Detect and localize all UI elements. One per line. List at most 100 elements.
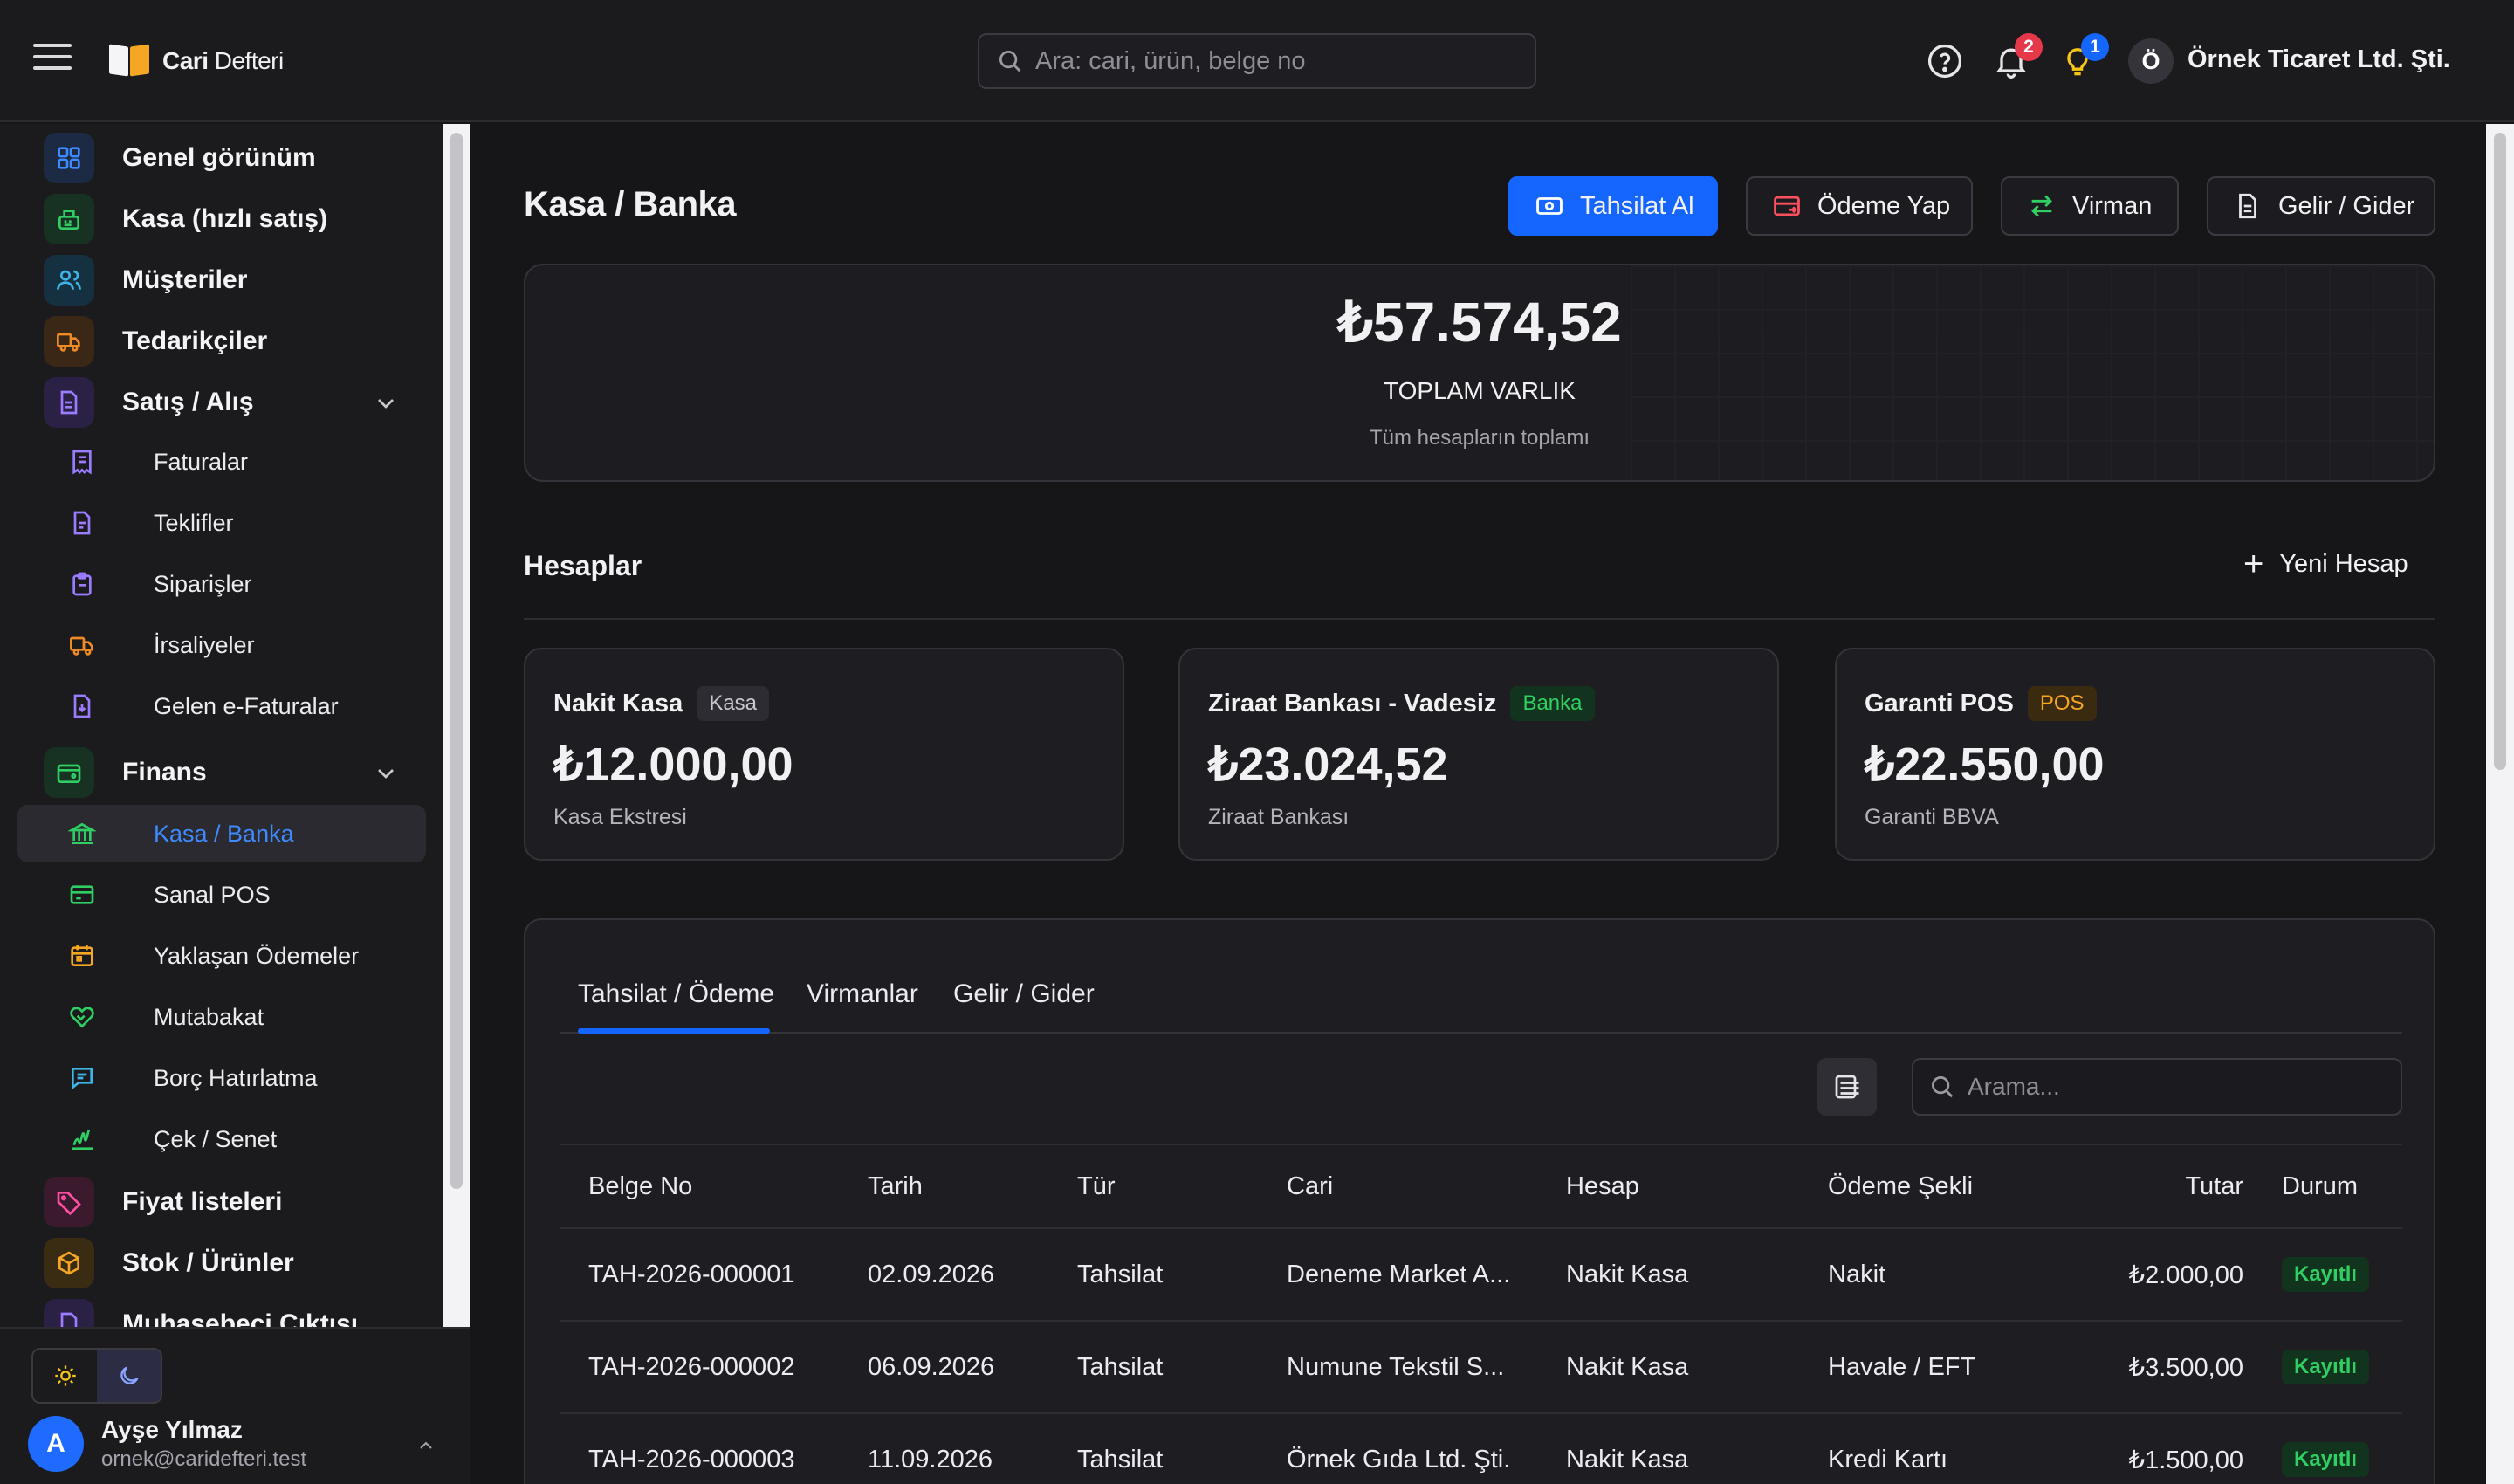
file-icon xyxy=(73,511,91,535)
plus-icon: + xyxy=(2243,545,2264,583)
transfer-icon xyxy=(2027,191,2057,221)
tips-badge: 1 xyxy=(2081,33,2109,61)
new-account-button[interactable]: + Yeni Hesap xyxy=(2243,546,2408,581)
account-balance: ₺23.024,52 xyxy=(1208,739,1448,791)
account-balance: ₺22.550,00 xyxy=(1865,739,2105,791)
account-card-nakit-kasa[interactable]: Nakit Kasa Kasa ₺12.000,00 Kasa Ekstresi xyxy=(524,648,1124,861)
account-subtitle: Garanti BBVA xyxy=(1865,805,1999,829)
sidebar-item-faturalar[interactable]: Faturalar xyxy=(17,433,426,491)
sidebar-item-borc-hatirlatma[interactable]: Borç Hatırlatma xyxy=(17,1049,426,1107)
cell-belge-no[interactable]: TAH-2026-000001 xyxy=(588,1229,794,1320)
account-name: Nakit Kasa xyxy=(553,689,683,718)
cell-tur: Tahsilat xyxy=(1077,1352,1164,1381)
sidebar-item-kasa-hizli-satis[interactable]: Kasa (hızlı satış) xyxy=(0,189,445,250)
accounts-section-title: Hesaplar xyxy=(524,550,642,581)
sidebar-scroll-thumb[interactable] xyxy=(450,133,463,1189)
users-icon xyxy=(44,255,94,306)
sidebar-item-musteriler[interactable]: Müşteriler xyxy=(0,250,445,311)
cell-belge-no[interactable]: TAH-2026-000002 xyxy=(588,1322,794,1412)
table-row[interactable]: TAH-2026-000001 02.09.2026 Tahsilat Dene… xyxy=(560,1229,2402,1322)
notifications-button[interactable]: 2 xyxy=(1992,33,2043,80)
cell-durum: Kayıtlı xyxy=(2282,1229,2402,1320)
sidebar-item-label: Mutabakat xyxy=(154,1003,264,1030)
cell-odeme-sekli: Nakit xyxy=(1828,1260,1886,1288)
transactions-table: Belge No Tarih Tür Cari Hesap Ödeme Şekl… xyxy=(560,1144,2402,1484)
main-scrollbar[interactable] xyxy=(2486,124,2514,1484)
search-input[interactable] xyxy=(1035,46,1524,76)
sidebar-footer: A Ayşe Yılmaz ornek@caridefteri.test xyxy=(0,1327,470,1484)
tab-virmanlar[interactable]: Virmanlar xyxy=(807,979,918,1009)
sidebar-scrollbar[interactable] xyxy=(443,124,470,1327)
sidebar-item-satis-alis[interactable]: Satış / Alış xyxy=(0,372,445,433)
sidebar-item-genel-gorunum[interactable]: Genel görünüm xyxy=(0,127,445,189)
column-header-tarih[interactable]: Tarih xyxy=(868,1145,923,1227)
column-header-hesap[interactable]: Hesap xyxy=(1566,1145,1639,1227)
sidebar-item-stok-urunler[interactable]: Stok / Ürünler xyxy=(0,1233,445,1294)
user-avatar[interactable]: A xyxy=(28,1416,84,1472)
account-card-garanti-pos[interactable]: Garanti POS POS ₺22.550,00 Garanti BBVA xyxy=(1835,648,2435,861)
sidebar-item-yaklasan-odemeler[interactable]: Yaklaşan Ödemeler xyxy=(17,927,426,985)
columns-toggle-button[interactable] xyxy=(1817,1058,1877,1116)
sidebar-item-label: Gelen e-Faturalar xyxy=(154,692,339,719)
sidebar-item-label: Fiyat listeleri xyxy=(122,1187,283,1216)
column-header-cari[interactable]: Cari xyxy=(1287,1145,1333,1227)
tips-button[interactable]: 1 xyxy=(2058,33,2109,80)
chevron-up-icon[interactable] xyxy=(416,1435,436,1456)
hamburger-menu-icon[interactable] xyxy=(33,44,72,79)
global-search[interactable] xyxy=(978,33,1536,89)
button-label: Yeni Hesap xyxy=(2279,549,2408,578)
sun-icon[interactable] xyxy=(33,1350,97,1402)
sidebar-item-label: İrsaliyeler xyxy=(154,631,255,658)
tab-gelir-gider[interactable]: Gelir / Gider xyxy=(953,979,1095,1009)
account-card-ziraat[interactable]: Ziraat Bankası - Vadesiz Banka ₺23.024,52… xyxy=(1178,648,1779,861)
button-label: Tahsilat Al xyxy=(1580,191,1694,220)
chevron-down-icon[interactable] xyxy=(372,759,400,787)
company-name[interactable]: Örnek Ticaret Ltd. Şti. xyxy=(2188,45,2450,74)
theme-toggle[interactable] xyxy=(31,1348,162,1404)
sidebar-item-label: Teklifler xyxy=(154,509,234,536)
account-type-badge: Banka xyxy=(1510,686,1595,721)
column-header-durum[interactable]: Durum xyxy=(2282,1145,2402,1227)
tab-tahsilat-odeme[interactable]: Tahsilat / Ödeme xyxy=(578,979,774,1009)
cell-tarih: 11.09.2026 xyxy=(868,1445,993,1474)
column-header-tur[interactable]: Tür xyxy=(1077,1145,1116,1227)
odeme-yap-button[interactable]: Ödeme Yap xyxy=(1746,176,1973,236)
sidebar-item-muhasebeci-ciktisi[interactable]: Muhasebeci Çıktısı xyxy=(0,1294,445,1327)
sidebar-item-label: Siparişler xyxy=(154,570,252,597)
chevron-down-icon[interactable] xyxy=(372,389,400,417)
table-row[interactable]: TAH-2026-000003 11.09.2026 Tahsilat Örne… xyxy=(560,1414,2402,1484)
sidebar-item-gelen-e-faturalar[interactable]: Gelen e-Faturalar xyxy=(17,677,426,735)
tag-icon xyxy=(44,1177,94,1227)
table-search-input[interactable] xyxy=(1968,1073,2387,1101)
table-search[interactable] xyxy=(1912,1058,2402,1116)
help-icon[interactable] xyxy=(1926,42,1964,80)
sidebar-item-kasa-banka[interactable]: Kasa / Banka xyxy=(17,805,426,862)
cell-tarih: 02.09.2026 xyxy=(868,1260,995,1288)
column-header-odeme-sekli[interactable]: Ödeme Şekli xyxy=(1828,1145,1973,1227)
tahsilat-al-button[interactable]: Tahsilat Al xyxy=(1508,176,1718,236)
column-header-belge-no[interactable]: Belge No xyxy=(588,1145,692,1227)
column-header-tutar[interactable]: Tutar xyxy=(2107,1145,2243,1227)
sidebar-item-fiyat-listeleri[interactable]: Fiyat listeleri xyxy=(0,1171,445,1233)
company-avatar[interactable]: Ö xyxy=(2128,38,2174,84)
sidebar-item-finans[interactable]: Finans xyxy=(0,742,445,803)
sidebar-item-sanal-pos[interactable]: Sanal POS xyxy=(17,866,426,924)
table-row[interactable]: TAH-2026-000002 06.09.2026 Tahsilat Numu… xyxy=(560,1322,2402,1414)
cell-belge-no[interactable]: TAH-2026-000003 xyxy=(588,1414,794,1484)
sidebar-item-siparisler[interactable]: Siparişler xyxy=(17,555,426,613)
sidebar-item-label: Borç Hatırlatma xyxy=(154,1064,318,1091)
sidebar-item-teklifler[interactable]: Teklifler xyxy=(17,494,426,552)
divider xyxy=(524,618,2435,620)
sidebar-item-tedarikciler[interactable]: Tedarikçiler xyxy=(0,311,445,372)
app-logo[interactable]: Cari Defteri xyxy=(108,44,284,79)
sidebar-item-mutabakat[interactable]: Mutabakat xyxy=(17,988,426,1046)
sidebar-item-cek-senet[interactable]: Çek / Senet xyxy=(17,1110,426,1168)
sidebar-item-irsaliyeler[interactable]: İrsaliyeler xyxy=(17,616,426,674)
moon-icon[interactable] xyxy=(97,1350,161,1402)
main-content: Kasa / Banka Tahsilat Al Ödeme Yap Virma… xyxy=(471,124,2486,1484)
main-scroll-thumb[interactable] xyxy=(2494,133,2506,770)
gelir-gider-button[interactable]: Gelir / Gider xyxy=(2207,176,2435,236)
virman-button[interactable]: Virman xyxy=(2001,176,2179,236)
cell-odeme-sekli: Kredi Kartı xyxy=(1828,1445,1947,1474)
clipboard-icon xyxy=(72,572,92,596)
